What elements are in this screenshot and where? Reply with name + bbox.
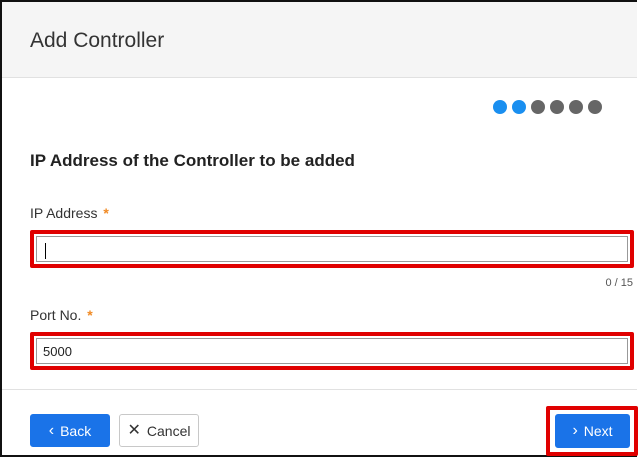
cancel-button-label: Cancel — [146, 422, 191, 439]
port-number-highlight — [30, 332, 634, 370]
ip-address-char-counter: 0 / 15 — [605, 277, 633, 289]
add-controller-dialog: Add Controller IP Address of the Control… — [0, 0, 638, 457]
step-dot — [550, 100, 564, 114]
ip-address-label-text: IP Address — [30, 205, 98, 221]
cancel-button[interactable]: ✕ Cancel — [119, 414, 199, 447]
text-caret — [45, 243, 46, 259]
step-dot-active — [493, 100, 507, 114]
next-button-highlight: › Next — [546, 406, 638, 456]
ip-address-highlight — [30, 230, 634, 268]
dialog-header: Add Controller — [2, 2, 637, 78]
section-title: IP Address of the Controller to be added — [30, 151, 355, 170]
step-dot — [569, 100, 583, 114]
step-dot — [588, 100, 602, 114]
next-button[interactable]: › Next — [555, 414, 630, 448]
back-button[interactable]: ‹ Back — [30, 414, 110, 447]
dialog-footer: ‹ Back ✕ Cancel › Next — [2, 389, 638, 456]
close-icon: ✕ — [127, 421, 141, 439]
port-number-label-text: Port No. — [30, 307, 82, 323]
ip-address-label: IP Address * — [30, 205, 109, 221]
port-number-label: Port No. * — [30, 307, 93, 323]
dialog-title: Add Controller — [30, 29, 165, 52]
next-button-label: Next — [583, 423, 613, 439]
step-indicator — [493, 100, 602, 114]
step-dot-active — [512, 100, 526, 114]
back-button-label: Back — [60, 422, 92, 439]
chevron-right-icon: › — [572, 422, 578, 439]
port-number-input[interactable] — [36, 338, 628, 364]
chevron-left-icon: ‹ — [48, 421, 55, 439]
required-asterisk-icon: * — [87, 307, 93, 323]
required-asterisk-icon: * — [103, 205, 109, 221]
step-dot — [531, 100, 545, 114]
ip-address-input[interactable] — [36, 236, 628, 262]
